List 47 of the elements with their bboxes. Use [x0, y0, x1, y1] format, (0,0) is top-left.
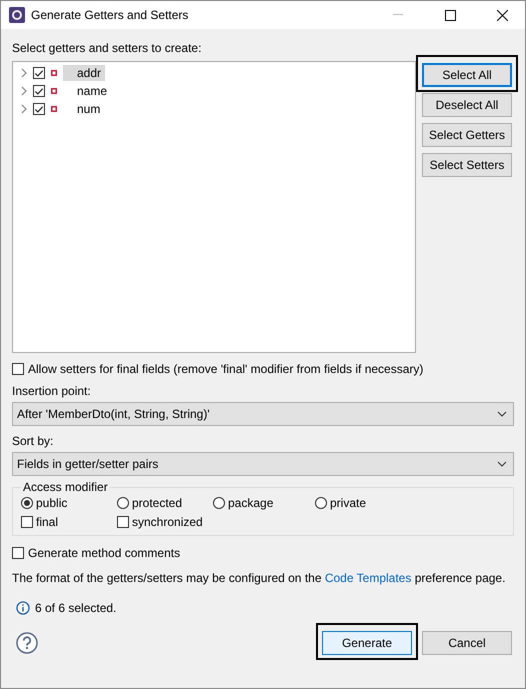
info-icon: [16, 601, 30, 615]
chevron-icon: [497, 411, 507, 417]
radio-label: private: [330, 496, 366, 510]
status-text: 6 of 6 selected.: [35, 601, 116, 615]
insertion-point-label: Insertion point:: [12, 384, 92, 398]
checkbox[interactable]: [117, 516, 129, 528]
field-icon: [51, 106, 57, 112]
field-item[interactable]: addr: [63, 65, 106, 81]
group-title: Access modifier: [22, 480, 109, 494]
sort-by-dropdown[interactable]: Fields in getter/setter pairs: [12, 452, 514, 476]
radio-label: public: [36, 496, 68, 510]
checkbox[interactable]: [33, 85, 45, 97]
radio-button[interactable]: [21, 497, 33, 509]
checkbox-label: final: [36, 515, 58, 529]
checkbox[interactable]: [21, 516, 33, 528]
maximize-icon[interactable]: [444, 10, 456, 20]
radio-button[interactable]: [117, 497, 129, 509]
help-icon[interactable]: [16, 632, 38, 654]
insertion-point-dropdown[interactable]: After 'MemberDto(int, String, String)': [12, 402, 514, 426]
checkbox[interactable]: [33, 103, 45, 115]
radio-label: package: [228, 496, 274, 510]
checkbox[interactable]: [12, 547, 24, 559]
checkbox-label: Allow setters for final fields (remove 'final' modifier from fields if necessary): [28, 362, 424, 376]
field-item[interactable]: name: [63, 83, 112, 99]
window-title: Generate Getters and Setters: [31, 8, 190, 22]
radio-button[interactable]: [213, 497, 225, 509]
checkbox[interactable]: [33, 67, 45, 79]
checkbox-label: synchronized: [132, 515, 203, 529]
side-button[interactable]: Deselect All: [422, 93, 512, 117]
dialog-button[interactable]: Cancel: [422, 631, 512, 655]
side-button[interactable]: Select Setters: [422, 153, 512, 177]
code-templates-link[interactable]: Code Templates: [324, 571, 412, 585]
dialog-button[interactable]: Generate: [322, 631, 412, 655]
checkbox-label: Generate method comments: [28, 546, 180, 560]
radio-label: protected: [132, 496, 182, 510]
side-button[interactable]: Select Getters: [422, 123, 512, 147]
checkbox[interactable]: [12, 363, 24, 375]
side-button[interactable]: Select All: [422, 63, 512, 87]
info-text: The format of the getters/setters may be configured on the Code Templates preference page.: [12, 571, 506, 585]
sort-by-label: Sort by:: [12, 434, 54, 448]
chevron-icon: [497, 461, 507, 467]
field-icon: [51, 70, 57, 76]
radio-button[interactable]: [315, 497, 327, 509]
instruction-label: Select getters and setters to create:: [12, 41, 202, 55]
field-item[interactable]: num: [63, 101, 104, 117]
close-icon[interactable]: [496, 10, 508, 20]
field-icon: [51, 88, 57, 94]
